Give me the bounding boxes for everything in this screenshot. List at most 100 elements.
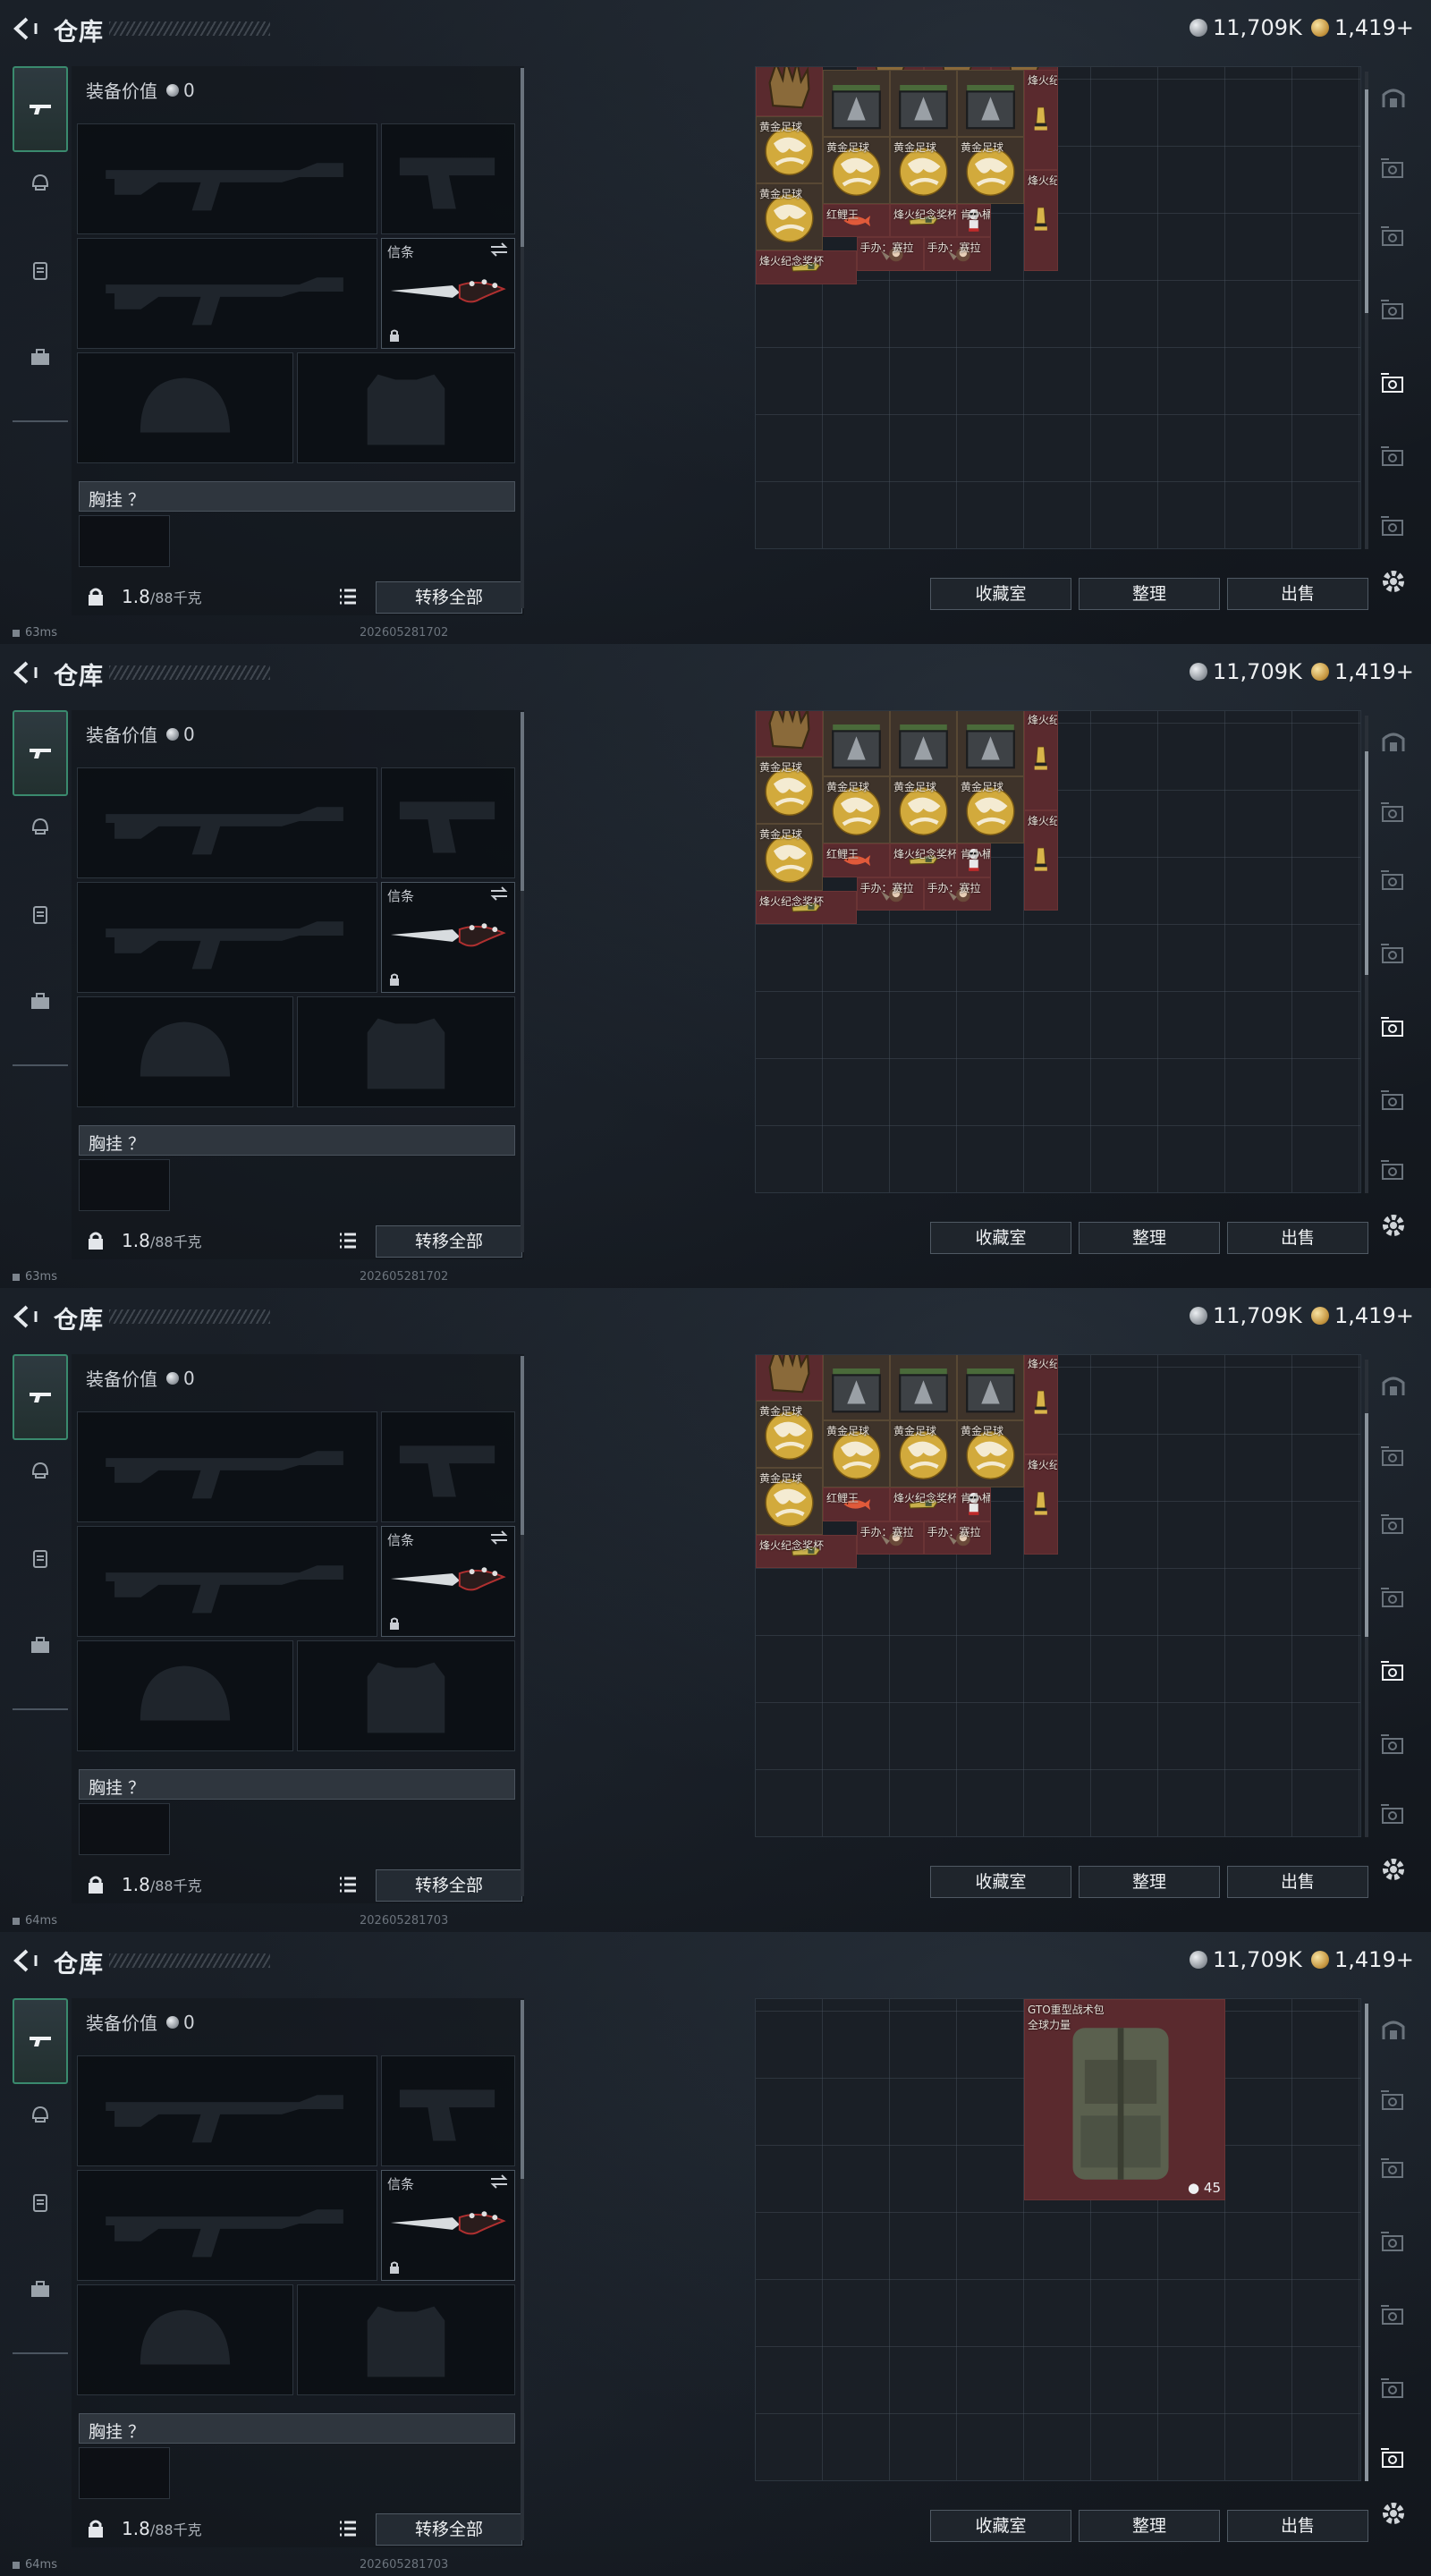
primary-weapon-slot[interactable] bbox=[77, 123, 377, 234]
stash-scrollbar[interactable] bbox=[1365, 72, 1368, 549]
stash-item-box[interactable] bbox=[957, 711, 1024, 777]
tab-weapons[interactable] bbox=[13, 1354, 68, 1440]
primary-weapon-slot[interactable] bbox=[77, 1411, 377, 1522]
back-button[interactable] bbox=[13, 16, 39, 41]
primary-weapon-slot[interactable] bbox=[77, 2055, 377, 2166]
stash-scroll-thumb[interactable] bbox=[1365, 2004, 1368, 2481]
loadout-scroll-thumb[interactable] bbox=[521, 2000, 524, 2179]
armor-slot[interactable] bbox=[297, 1640, 515, 1751]
transfer-all-button[interactable]: 转移全部 bbox=[376, 2513, 522, 2546]
tab-armor[interactable] bbox=[13, 1444, 68, 1497]
stash-item-golden_ball[interactable]: 黄金足球 bbox=[756, 756, 823, 824]
gear-icon[interactable] bbox=[1377, 565, 1410, 597]
chest-rig-header[interactable]: 胸挂 ？ bbox=[79, 1769, 515, 1800]
stash-item-hand[interactable]: "六" 战弹 bbox=[756, 67, 823, 116]
stash-item-trophy[interactable]: 烽火纪念... bbox=[1024, 1355, 1058, 1454]
stash-scrollbar[interactable] bbox=[1365, 716, 1368, 1193]
stash-item-box[interactable] bbox=[957, 1355, 1024, 1421]
stash-item-golden_ball[interactable]: 黄金足球 bbox=[756, 183, 823, 250]
gear-icon[interactable] bbox=[1377, 1853, 1410, 1885]
tab-stash-page-3[interactable] bbox=[1370, 1576, 1417, 1621]
list-icon[interactable] bbox=[336, 585, 360, 608]
back-button[interactable] bbox=[13, 1304, 39, 1329]
tab-weapons[interactable] bbox=[13, 66, 68, 152]
stash-item-bucket[interactable]: 肯小桶 bbox=[957, 843, 991, 877]
stash-item-figure[interactable]: 手办：赛拉 bbox=[923, 877, 991, 911]
stash-item-box[interactable] bbox=[890, 711, 957, 777]
tab-case[interactable] bbox=[13, 331, 68, 385]
tab-vault[interactable] bbox=[1370, 1363, 1417, 1408]
stash-item-golden_ball[interactable]: 黄金足球 bbox=[890, 776, 957, 844]
silver-currency[interactable]: 11,709K bbox=[1190, 1945, 1302, 1975]
stash-item-hand[interactable]: "六" 战弹 bbox=[756, 1355, 823, 1401]
gold-currency[interactable]: 1,419+ bbox=[1311, 1301, 1414, 1331]
transfer-all-button[interactable]: 转移全部 bbox=[376, 1225, 522, 1258]
stash-item-bucket[interactable]: 肯小桶 bbox=[957, 203, 991, 237]
stash-grid[interactable]: "六" 战弹烽火纪念...黄金足球黄金足球黄金足球黄金足球黄金足球烽火纪念...… bbox=[755, 1354, 1361, 1837]
stash-item-carp[interactable]: 红鲤王 bbox=[823, 203, 890, 237]
stash-item-golden_ball[interactable]: 黄金足球 bbox=[756, 116, 823, 183]
secondary-weapon-slot[interactable] bbox=[77, 2170, 377, 2281]
tab-rig[interactable] bbox=[13, 1531, 68, 1585]
helmet-slot[interactable] bbox=[77, 996, 293, 1107]
stash-item-figure[interactable]: 手办：赛拉 bbox=[923, 1521, 991, 1555]
transfer-all-button[interactable]: 转移全部 bbox=[376, 1869, 522, 1902]
stash-item-box[interactable] bbox=[890, 69, 957, 137]
helmet-slot[interactable] bbox=[77, 352, 293, 463]
tab-stash-page-6[interactable] bbox=[1370, 1792, 1417, 1837]
stash-item-box[interactable] bbox=[823, 1355, 890, 1421]
collection-button[interactable]: 收藏室 bbox=[930, 2510, 1071, 2542]
tab-stash-page-1[interactable] bbox=[1370, 791, 1417, 835]
list-icon[interactable] bbox=[336, 1873, 360, 1896]
back-button[interactable] bbox=[13, 1948, 39, 1973]
tab-stash-page-6[interactable] bbox=[1370, 1148, 1417, 1193]
tab-stash-page-5[interactable] bbox=[1370, 1723, 1417, 1767]
tab-vault[interactable] bbox=[1370, 2007, 1417, 2052]
stash-scroll-thumb[interactable] bbox=[1365, 1413, 1368, 1637]
gold-currency[interactable]: 1,419+ bbox=[1311, 1945, 1414, 1975]
organize-button[interactable]: 整理 bbox=[1079, 1222, 1220, 1254]
stash-item-golden_ball[interactable]: 黄金足球 bbox=[957, 1420, 1024, 1488]
tab-vault[interactable] bbox=[1370, 75, 1417, 120]
stash-item-carp[interactable]: 红鲤王 bbox=[823, 843, 890, 877]
stash-item-trophy[interactable]: 烽火纪念... bbox=[1024, 170, 1058, 271]
gear-icon[interactable] bbox=[1377, 2497, 1410, 2529]
chest-rig-slot[interactable] bbox=[79, 2447, 170, 2499]
tab-weapons[interactable] bbox=[13, 710, 68, 796]
stash-item-reward_cup[interactable]: 烽火纪念奖杯 bbox=[890, 203, 957, 237]
back-button[interactable] bbox=[13, 660, 39, 685]
sell-button[interactable]: 出售 bbox=[1227, 1222, 1368, 1254]
loadout-scrollbar[interactable] bbox=[521, 712, 524, 1252]
tab-stash-page-4[interactable] bbox=[1370, 1649, 1417, 1694]
tab-stash-page-2[interactable] bbox=[1370, 2147, 1417, 2191]
organize-button[interactable]: 整理 bbox=[1079, 2510, 1220, 2542]
stash-item-figure[interactable]: 手办：赛拉 bbox=[856, 1521, 924, 1555]
primary-weapon-slot[interactable] bbox=[77, 767, 377, 878]
stash-item-trophy[interactable]: 烽火纪念... bbox=[1024, 711, 1058, 810]
tab-stash-page-5[interactable] bbox=[1370, 1079, 1417, 1123]
stash-item-box[interactable] bbox=[823, 69, 890, 137]
swap-icon[interactable] bbox=[489, 1530, 509, 1545]
tab-case[interactable] bbox=[13, 1619, 68, 1673]
sell-button[interactable]: 出售 bbox=[1227, 2510, 1368, 2542]
stash-item-trophy[interactable]: 烽火纪念... bbox=[1024, 1453, 1058, 1555]
stash-item-box[interactable] bbox=[823, 711, 890, 777]
organize-button[interactable]: 整理 bbox=[1079, 578, 1220, 610]
tab-stash-page-2[interactable] bbox=[1370, 215, 1417, 259]
stash-scroll-thumb[interactable] bbox=[1365, 89, 1368, 313]
tab-stash-page-5[interactable] bbox=[1370, 435, 1417, 479]
melee-slot[interactable]: 信条 bbox=[381, 2170, 515, 2281]
stash-item-hand[interactable]: "六" 战弹 bbox=[756, 711, 823, 757]
tab-rig[interactable] bbox=[13, 887, 68, 941]
tab-rig[interactable] bbox=[13, 243, 68, 297]
melee-slot[interactable]: 信条 bbox=[381, 238, 515, 349]
stash-item-golden_ball[interactable]: 黄金足球 bbox=[756, 1400, 823, 1468]
secondary-weapon-slot[interactable] bbox=[77, 1526, 377, 1637]
stash-item-figure[interactable]: 手办：赛拉 bbox=[856, 877, 924, 911]
helmet-slot[interactable] bbox=[77, 2284, 293, 2395]
tab-armor[interactable] bbox=[13, 156, 68, 209]
silver-currency[interactable]: 11,709K bbox=[1190, 1301, 1302, 1331]
chest-rig-header[interactable]: 胸挂 ？ bbox=[79, 481, 515, 512]
tab-stash-page-3[interactable] bbox=[1370, 932, 1417, 977]
loadout-scrollbar[interactable] bbox=[521, 2000, 524, 2540]
